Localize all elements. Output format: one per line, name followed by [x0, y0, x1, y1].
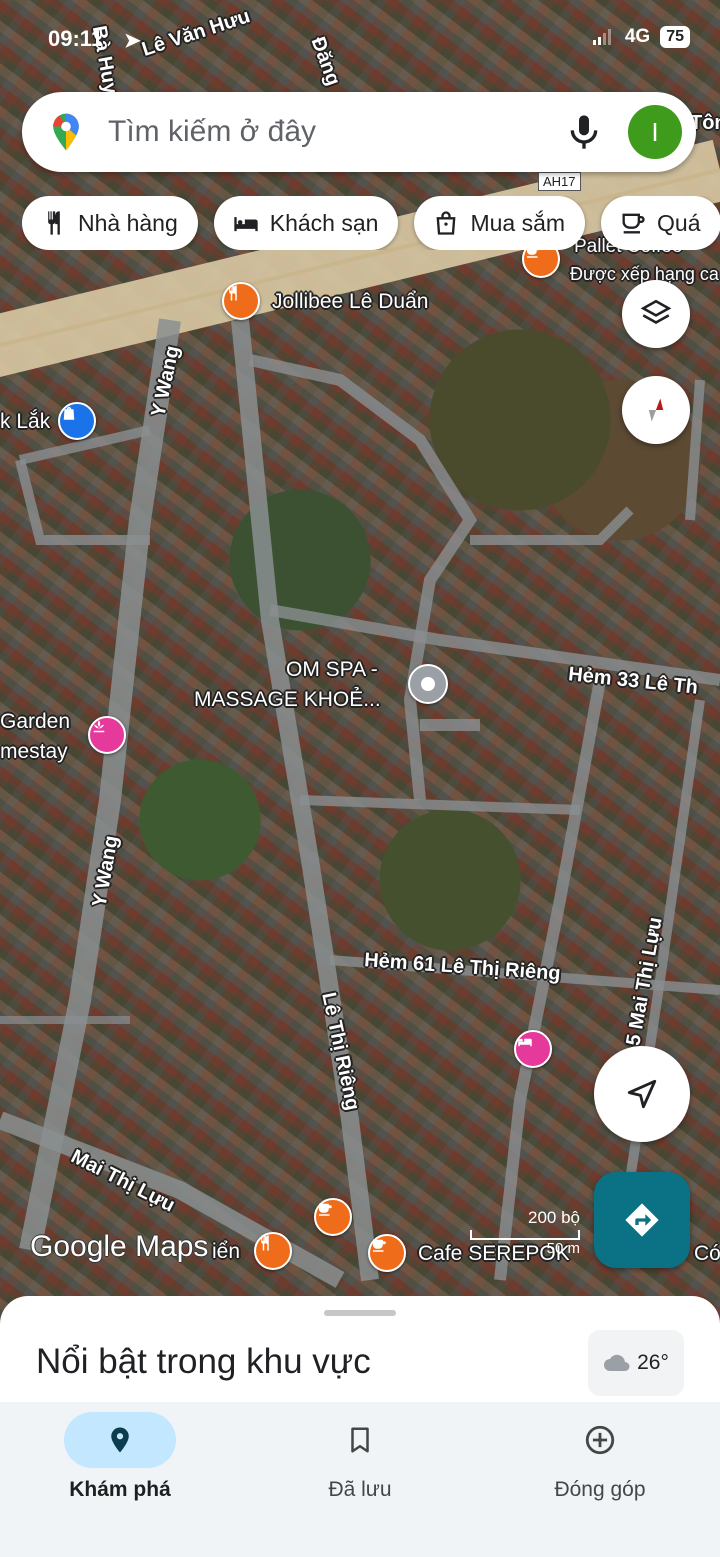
chip-label: Mua sắm — [470, 209, 566, 236]
restaurant-pin-jollibee[interactable] — [222, 282, 260, 320]
chip-hotels[interactable]: Khách sạn — [213, 196, 399, 250]
nav-saved-icon-wrap — [304, 1412, 416, 1468]
search-input[interactable]: Tìm kiếm ở đây — [108, 115, 564, 149]
poi-label-garden-line1[interactable]: Garden — [0, 710, 70, 734]
poi-label-bien[interactable]: iển — [212, 1240, 240, 1264]
bed-icon — [518, 1037, 532, 1047]
scale-label-meters: 50 m — [546, 1240, 580, 1257]
coffee-cup-icon — [373, 1239, 386, 1252]
shopping-bag-icon — [437, 211, 456, 235]
scale-bar: 200 bộ 50 m — [470, 1208, 580, 1257]
bottom-navigation: Khám phá Đã lưu Đóng góp — [0, 1402, 720, 1557]
bottom-sheet[interactable]: Nổi bật trong khu vực 26° — [0, 1296, 720, 1406]
shopping-pin-daklak[interactable] — [58, 402, 96, 440]
weather-temperature: 26° — [637, 1351, 669, 1374]
coffee-icon — [622, 213, 645, 234]
chip-label: Nhà hàng — [78, 209, 178, 236]
status-right: 4G 75 — [592, 26, 690, 48]
restaurant-icon — [48, 211, 60, 235]
nav-saved-label: Đã lưu — [328, 1478, 392, 1501]
sheet-title: Nổi bật trong khu vực — [36, 1342, 371, 1381]
location-pin-om-spa[interactable] — [408, 664, 448, 704]
nav-explore-label: Khám phá — [69, 1478, 171, 1501]
layers-button[interactable] — [622, 280, 690, 348]
directions-icon — [625, 1203, 659, 1237]
nav-explore[interactable]: Khám phá — [0, 1402, 240, 1557]
fork-knife-icon — [229, 285, 237, 301]
signal-icon — [592, 29, 611, 45]
directions-button[interactable] — [594, 1172, 690, 1268]
weather-chip[interactable]: 26° — [588, 1330, 684, 1396]
category-chips: Nhà hàng Khách sạn Mua sắm Quá — [22, 196, 720, 250]
poi-label-jollibee[interactable]: Jollibee Lê Duẩn — [272, 290, 428, 314]
nav-explore-icon-wrap — [64, 1412, 176, 1468]
chip-label: Khách sạn — [269, 209, 379, 236]
microphone-icon[interactable] — [564, 112, 604, 152]
pin-dot-icon — [421, 677, 435, 691]
account-avatar[interactable]: I — [628, 105, 682, 159]
cloud-icon — [604, 1354, 630, 1371]
location-arrow-icon: ➤ — [124, 30, 141, 52]
cafe-pin-serepok[interactable] — [368, 1234, 406, 1272]
scale-label-feet: 200 bộ — [528, 1208, 580, 1227]
bookmark-icon — [351, 1427, 369, 1453]
compass-button[interactable] — [622, 376, 690, 444]
nav-contribute-icon-wrap — [544, 1412, 656, 1468]
layers-icon — [640, 299, 672, 324]
hotel-icon — [234, 217, 258, 232]
navigation-arrow-icon — [627, 1079, 657, 1109]
coffee-cup-icon — [319, 1203, 332, 1216]
highway-shield-ah17: AH17 — [538, 172, 581, 191]
cafe-pin-1[interactable] — [314, 1198, 352, 1236]
status-time: 09:11 — [48, 26, 104, 51]
google-maps-pin-icon — [53, 113, 79, 151]
nav-contribute-label: Đóng góp — [554, 1478, 646, 1501]
nav-contribute[interactable]: Đóng góp — [480, 1402, 720, 1557]
shopping-bag-icon — [63, 407, 75, 420]
nav-saved[interactable]: Đã lưu — [240, 1402, 480, 1557]
status-bar: 09:11 ➤ 4G 75 — [0, 26, 720, 56]
compass-icon — [648, 398, 664, 422]
poi-label-om-spa-line1[interactable]: OM SPA - — [286, 658, 378, 682]
chip-cafes[interactable]: Quá — [601, 196, 720, 250]
search-bar[interactable]: Tìm kiếm ở đây I — [22, 92, 696, 172]
sheet-drag-handle[interactable] — [324, 1310, 396, 1316]
restaurant-pin-2[interactable] — [254, 1232, 292, 1270]
scale-bar-line — [470, 1230, 580, 1240]
add-circle-icon — [585, 1425, 615, 1455]
activity-pin-garden[interactable] — [88, 716, 126, 754]
location-pin-icon — [111, 1427, 129, 1453]
chip-shopping[interactable]: Mua sắm — [414, 196, 586, 250]
my-location-button[interactable] — [594, 1046, 690, 1142]
spa-icon — [93, 720, 105, 733]
poi-label-daklak[interactable]: k Lắk — [0, 410, 50, 434]
poi-label-garden-line2[interactable]: mestay — [0, 740, 68, 764]
fork-knife-icon — [261, 1235, 269, 1251]
chip-restaurants[interactable]: Nhà hàng — [22, 196, 198, 250]
poi-label-co[interactable]: Có — [694, 1242, 720, 1266]
google-maps-watermark: Google Maps — [30, 1230, 209, 1263]
battery-indicator: 75 — [660, 26, 690, 48]
hotel-pin[interactable] — [514, 1030, 552, 1068]
network-label: 4G — [624, 26, 651, 47]
poi-label-om-spa-line2[interactable]: MASSAGE KHOẺ... — [194, 688, 381, 712]
chip-label: Quá — [657, 209, 701, 236]
